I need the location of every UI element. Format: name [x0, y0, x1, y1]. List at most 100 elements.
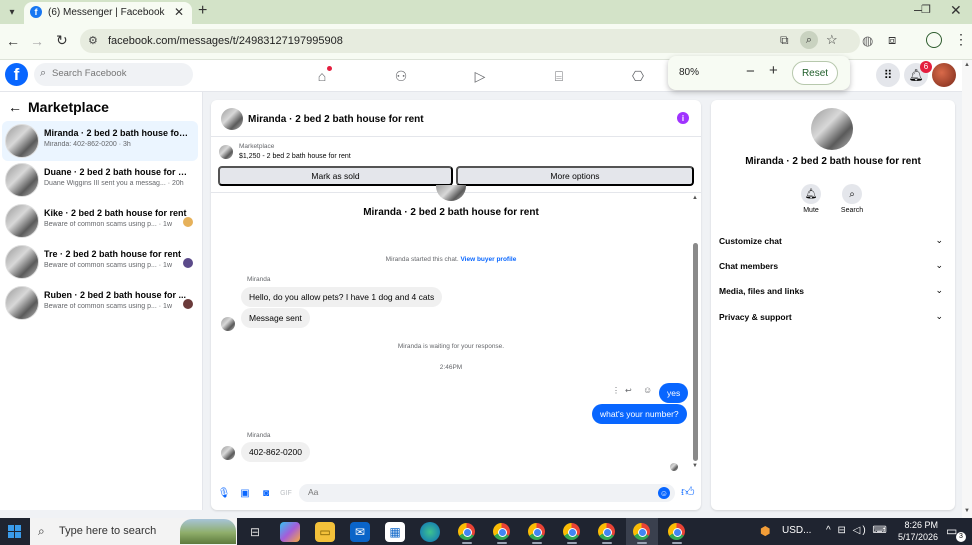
message-input[interactable] — [308, 487, 608, 497]
scroll-down-icon[interactable]: ▼ — [692, 463, 698, 469]
file-explorer-icon[interactable]: ▭ — [315, 522, 335, 542]
back-icon[interactable]: ← — [6, 33, 20, 49]
mail-icon[interactable]: ✉ — [350, 522, 370, 542]
tab-close-icon[interactable]: ✕ — [174, 5, 184, 19]
zoom-out-icon[interactable]: − — [746, 63, 755, 80]
gaming-icon[interactable]: ⎔ — [628, 66, 648, 86]
thumbs-up-icon[interactable]: 👍︎ — [681, 484, 695, 500]
microsoft-store-icon[interactable]: ▦ — [385, 522, 405, 542]
zoom-icon[interactable]: ⌕ — [800, 31, 818, 49]
photo-icon[interactable]: ▣ — [238, 486, 252, 500]
info-icon[interactable]: i — [677, 112, 689, 124]
mark-as-sold-button[interactable]: Mark as sold — [218, 166, 453, 186]
browser-tab[interactable]: f (6) Messenger | Facebook ✕ — [24, 2, 192, 24]
conversation-item[interactable]: Ruben · 2 bed 2 bath house for ... Bewar… — [2, 283, 198, 323]
currency-widget-icon[interactable]: ⬢ — [760, 524, 770, 538]
incoming-message[interactable]: Hello, do you allow pets? I have 1 dog a… — [241, 287, 443, 307]
conversation-preview: Beware of common scams using p... · 1w — [44, 303, 172, 310]
privacy-support-section[interactable]: Privacy & support ⌄ — [719, 308, 947, 328]
url-text[interactable]: facebook.com/messages/t/2498312719799590… — [108, 35, 343, 47]
conversation-details-panel: Miranda · 2 bed 2 bath house for rent 🔔︎… — [711, 100, 955, 510]
chrome-icon[interactable] — [598, 523, 615, 540]
emoji-icon[interactable]: ☺ — [658, 487, 670, 499]
browser-menu-icon[interactable]: ⋮ — [954, 31, 968, 48]
chrome-icon[interactable] — [668, 523, 685, 540]
marketplace-icon[interactable]: ⌸ — [549, 66, 569, 86]
chrome-icon[interactable] — [458, 523, 475, 540]
outgoing-message[interactable]: yes — [659, 383, 689, 403]
conversation-item[interactable]: Duane · 2 bed 2 bath house for rent Duan… — [2, 160, 198, 200]
incoming-message[interactable]: 402-862-0200 — [241, 442, 310, 462]
conversation-item[interactable]: Kike · 2 bed 2 bath house for rent Bewar… — [2, 201, 198, 241]
forward-icon[interactable]: → — [30, 33, 44, 49]
chat-header-title[interactable]: Miranda · 2 bed 2 bath house for rent — [248, 114, 424, 125]
taskbar-search-box[interactable]: ⌕ Type here to search — [30, 518, 237, 545]
clock-date[interactable]: 5/17/2026 — [892, 532, 938, 542]
windows-start-icon[interactable] — [8, 525, 22, 539]
omnibox[interactable]: ⚙ facebook.com/messages/t/24983127197995… — [80, 29, 860, 53]
reply-icon[interactable]: ↩ — [625, 386, 632, 395]
copilot-icon[interactable] — [280, 522, 300, 542]
chrome-icon[interactable] — [633, 523, 650, 540]
search-icon[interactable]: ⌕ — [842, 184, 862, 204]
account-avatar[interactable] — [932, 63, 956, 87]
page-scroll-up-icon[interactable]: ▲ — [964, 62, 970, 68]
conversation-item[interactable]: Tre · 2 bed 2 bath house for rent Beware… — [2, 242, 198, 282]
message-field[interactable]: ☺ — [299, 484, 675, 502]
view-buyer-profile-link[interactable]: View buyer profile — [460, 256, 516, 263]
mute-bell-icon[interactable]: 🔔︎ — [801, 184, 821, 204]
tab-search-dropdown-icon[interactable]: ▾ — [4, 4, 20, 20]
chat-scrollbar-thumb[interactable] — [693, 243, 698, 461]
window-close-icon[interactable]: ✕ — [950, 2, 962, 19]
scroll-up-icon[interactable]: ▲ — [692, 195, 698, 201]
friends-icon[interactable]: ⚇ — [391, 66, 411, 86]
menu-grid-icon[interactable]: ⠿ — [876, 63, 900, 87]
chat-members-section[interactable]: Chat members ⌄ — [719, 257, 947, 277]
video-icon[interactable]: ▷ — [470, 66, 490, 86]
back-arrow-icon[interactable]: ← — [8, 99, 22, 115]
customize-chat-section[interactable]: Customize chat ⌄ — [719, 232, 947, 252]
microphone-icon[interactable]: 🎙︎ — [217, 486, 231, 500]
listing-price-title[interactable]: $1,250 - 2 bed 2 bath house for rent — [239, 153, 351, 160]
currency-widget-label[interactable]: USD... — [782, 525, 811, 536]
more-options-button[interactable]: More options — [456, 166, 694, 186]
chrome-icon[interactable] — [528, 523, 545, 540]
conversation-item[interactable]: Miranda · 2 bed 2 bath house for r... Mi… — [2, 121, 198, 161]
bookmark-star-icon[interactable]: ☆ — [826, 32, 838, 48]
react-icon[interactable]: ☺ — [643, 385, 652, 395]
reload-icon[interactable]: ↻ — [56, 32, 68, 49]
zoom-popup: 80% − + Reset — [668, 56, 850, 90]
sticker-icon[interactable]: ◙ — [259, 486, 273, 500]
facebook-search-box[interactable]: ⌕ — [34, 63, 193, 86]
clock-time[interactable]: 8:26 PM — [892, 520, 938, 530]
media-files-links-section[interactable]: Media, files and links ⌄ — [719, 282, 947, 302]
chrome-icon[interactable] — [493, 523, 510, 540]
profile-icon[interactable] — [926, 32, 942, 48]
chat-listing-thumbnail[interactable] — [221, 108, 243, 130]
incoming-message[interactable]: Message sent — [241, 308, 310, 328]
page-scroll-down-icon[interactable]: ▼ — [964, 508, 970, 514]
new-tab-icon[interactable]: + — [198, 2, 207, 20]
system-tray-icons[interactable]: ^ ⊟ ◁) ⌨ — [826, 525, 889, 536]
cast-icon[interactable]: ⧉ — [780, 33, 789, 48]
zoom-in-icon[interactable]: + — [769, 62, 778, 79]
message-thread[interactable]: Miranda · 2 bed 2 bath house for rent Mi… — [211, 185, 701, 473]
gif-icon[interactable]: GIF — [279, 486, 293, 500]
task-view-icon[interactable]: ⊟ — [245, 522, 265, 542]
page-scrollbar[interactable] — [962, 60, 972, 518]
site-info-icon[interactable]: ⚙ — [88, 34, 98, 47]
facebook-favicon-icon: f — [30, 6, 42, 18]
facebook-search-input[interactable] — [52, 68, 182, 79]
marketplace-listing-thumbnail — [219, 145, 233, 159]
outgoing-message[interactable]: what's your number? — [592, 404, 687, 424]
chevron-down-icon: ⌄ — [935, 285, 943, 295]
zoom-reset-button[interactable]: Reset — [792, 61, 838, 85]
extension-globe-icon[interactable]: ◍ — [862, 33, 873, 49]
listing-thumbnail — [5, 286, 39, 320]
window-restore-icon[interactable]: ❐ — [921, 3, 931, 16]
facebook-logo-icon[interactable]: f — [5, 63, 28, 86]
edge-icon[interactable] — [420, 522, 440, 542]
message-more-icon[interactable]: ⋮ — [612, 386, 620, 395]
chrome-icon[interactable] — [563, 523, 580, 540]
extensions-puzzle-icon[interactable]: ⧈ — [888, 32, 896, 48]
